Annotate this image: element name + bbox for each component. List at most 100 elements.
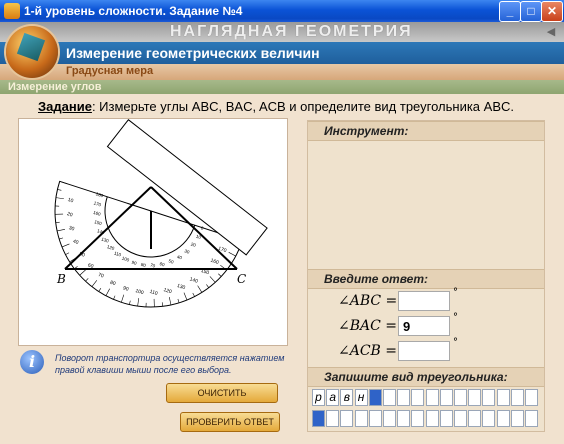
- protractor-tick: [209, 276, 216, 283]
- app-logo: [6, 26, 58, 78]
- clear-button[interactable]: ОЧИСТИТЬ: [166, 383, 278, 403]
- protractor-tick: [137, 298, 140, 307]
- drawing-area[interactable]: 10 20 30 40 50 60 70 80 90 100 110 120 130 140 150 160 1…: [18, 118, 288, 346]
- letter-cell[interactable]: р: [312, 389, 325, 406]
- letter-cell[interactable]: [340, 410, 354, 427]
- subsection-band: Градусная мера: [0, 64, 564, 80]
- protractor-outer-label: 10: [67, 197, 74, 204]
- back-arrow-icon[interactable]: ◀: [544, 25, 558, 39]
- protractor-tick: [85, 278, 89, 282]
- protractor-tick: [228, 252, 236, 257]
- letter-cell[interactable]: [383, 410, 396, 427]
- angle-acb-input[interactable]: [398, 341, 450, 361]
- geometry-figure: 102030405060708090 100 110 120 1301401501601…: [30, 119, 268, 332]
- letter-cell[interactable]: [411, 410, 425, 427]
- protractor-inner-label: 40: [176, 254, 183, 260]
- protractor-tick: [129, 300, 131, 305]
- letter-cell[interactable]: [439, 389, 453, 406]
- section-title: Измерение геометрических величин: [66, 45, 320, 61]
- letter-cell[interactable]: [525, 410, 538, 427]
- protractor-inner-label: 140: [96, 228, 105, 235]
- letter-cell[interactable]: [312, 410, 325, 427]
- letter-cell[interactable]: [496, 410, 510, 427]
- protractor-tick: [113, 295, 116, 300]
- protractor-tick: [161, 302, 163, 307]
- protractor-inner-label: 130: [101, 237, 110, 244]
- degree-symbol: °: [453, 287, 458, 298]
- letter-cell[interactable]: [468, 410, 482, 427]
- protractor-tick: [57, 189, 62, 191]
- vertex-b-label: B: [56, 272, 66, 286]
- letter-cell[interactable]: [482, 389, 496, 406]
- protractor-inner-label: 170: [93, 200, 102, 207]
- protractor-tick: [121, 294, 125, 303]
- close-button[interactable]: ✕: [541, 1, 563, 22]
- window-title-bar[interactable]: 1-й уровень сложности. Задание №4 _ □ ✕: [0, 0, 564, 22]
- protractor-tick: [55, 221, 60, 223]
- info-icon: i: [20, 350, 44, 374]
- angle-bac-input[interactable]: 9: [398, 316, 450, 336]
- letter-cell[interactable]: [425, 410, 439, 427]
- maximize-button[interactable]: □: [520, 1, 542, 22]
- letter-cell[interactable]: н: [354, 389, 368, 406]
- protractor-outer-label: 50: [78, 251, 85, 258]
- letter-cell[interactable]: [525, 389, 538, 406]
- minimize-button[interactable]: _: [499, 1, 521, 22]
- letter-cell[interactable]: [397, 410, 411, 427]
- letter-cell[interactable]: [468, 389, 482, 406]
- letter-cell[interactable]: [383, 389, 396, 406]
- check-answer-button[interactable]: ПРОВЕРИТЬ ОТВЕТ: [180, 412, 280, 432]
- protractor-inner-label: 10: [195, 234, 202, 240]
- protractor-tick: [105, 288, 110, 296]
- protractor-tick: [61, 243, 70, 248]
- degree-symbol: °: [453, 312, 458, 323]
- protractor-inner-label: 90: [131, 260, 138, 266]
- letter-cell[interactable]: [454, 389, 467, 406]
- protractor[interactable]: 102030405060708090 100 110 120 1301401501601…: [30, 119, 268, 332]
- letter-cell[interactable]: [482, 410, 496, 427]
- protractor-tick: [218, 273, 222, 277]
- letter-cell[interactable]: в: [340, 389, 354, 406]
- protractor-outer-label: 80: [109, 280, 116, 287]
- protractor-inner-label: 20: [190, 242, 197, 248]
- letter-cell[interactable]: [510, 389, 524, 406]
- protractor-outer-label: 20: [66, 211, 73, 218]
- type-header: Запишите вид треугольника:: [308, 367, 544, 387]
- letter-cell[interactable]: [354, 410, 368, 427]
- protractor-outer-label: 30: [68, 225, 75, 232]
- protractor-tick: [59, 181, 68, 185]
- protractor-outer-label: 40: [72, 239, 79, 246]
- protractor-inner-label: 100: [121, 256, 130, 263]
- app-name: НАГЛЯДНАЯ ГЕОМЕТРИЯ: [170, 23, 413, 40]
- task-label: Задание: [38, 99, 92, 114]
- topic-title: Измерение углов: [8, 81, 102, 93]
- protractor-inner-label: 50: [168, 258, 175, 264]
- protractor-inner-label: 110: [113, 251, 122, 258]
- protractor-tick: [145, 302, 147, 307]
- tool-panel: Инструмент: Введите ответ: ∠ABC = ° ∠BAC…: [307, 120, 545, 432]
- protractor-outer-label: 120: [163, 287, 173, 295]
- protractor-outer-label: 160: [210, 258, 220, 266]
- letter-cell[interactable]: [397, 389, 411, 406]
- letter-cell[interactable]: [496, 389, 510, 406]
- letter-cell[interactable]: [425, 389, 439, 406]
- protractor-tick: [55, 197, 64, 200]
- protractor-outer-label: 140: [189, 277, 199, 285]
- letter-cell[interactable]: [411, 389, 425, 406]
- letter-cell[interactable]: [439, 410, 453, 427]
- protractor-tick: [57, 229, 65, 232]
- angle-abc-input[interactable]: [398, 291, 450, 311]
- protractor-inner-label: 160: [93, 210, 102, 217]
- section-band: Измерение геометрических величин: [0, 42, 564, 64]
- letter-cell[interactable]: [454, 410, 467, 427]
- letter-cell[interactable]: [368, 410, 382, 427]
- letter-cell[interactable]: а: [326, 389, 340, 406]
- protractor-tick: [153, 298, 155, 307]
- topic-band: Измерение углов: [0, 80, 564, 94]
- protractor-inner-label: 60: [159, 261, 166, 267]
- letter-cell[interactable]: [326, 410, 340, 427]
- letter-cell[interactable]: [368, 389, 382, 406]
- protractor-outer-label: 110: [149, 289, 159, 297]
- letter-cell[interactable]: [510, 410, 524, 427]
- degree-symbol: °: [453, 337, 458, 348]
